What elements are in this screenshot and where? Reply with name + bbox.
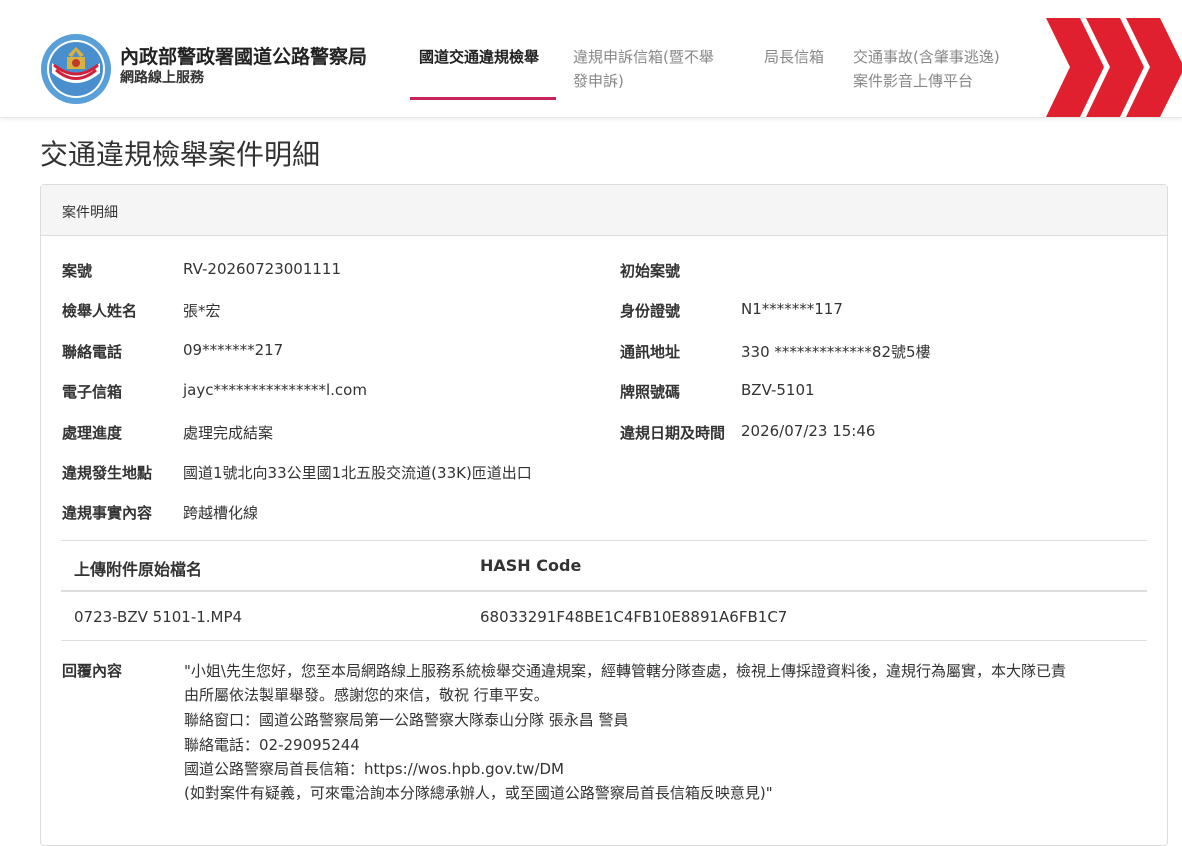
hash-code-header: HASH Code: [480, 556, 582, 575]
facts-value: 跨越槽化線: [183, 504, 259, 522]
progress-value: 處理完成結案: [183, 424, 274, 442]
page-title: 交通違規檢舉案件明細: [40, 138, 321, 171]
location-value: 國道1號北向33公里國1北五股交流道(33K)匝道出口: [183, 464, 532, 482]
location-label: 違規發生地點: [62, 464, 153, 482]
reply-line: 聯絡電話：02-29095244: [184, 736, 360, 754]
nav-accident-upload-line1: 交通事故(含肇事逃逸): [853, 48, 1000, 66]
case-detail-panel: 案件明細 案號 RV-20260723001111 初始案號 檢舉人姓名 張*宏…: [40, 184, 1168, 846]
panel-heading-label: 案件明細: [62, 205, 118, 221]
email-value: jayc***************l.com: [183, 381, 367, 399]
nav-accident-upload-platform[interactable]: 交通事故(含肇事逃逸) 案件影音上傳平台: [853, 45, 1000, 93]
table-header-divider: [61, 590, 1147, 592]
plate-number-label: 牌照號碼: [620, 383, 681, 401]
nav-director-mailbox[interactable]: 局長信箱: [764, 45, 824, 69]
nav-appeal-mailbox-line2: 發申訴): [573, 72, 624, 90]
reply-line: "小姐\先生您好，您至本局網路線上服務系統檢舉交通違規案，經轉管轄分隊查處，檢視…: [184, 662, 1066, 680]
case-number-label: 案號: [62, 262, 93, 280]
address-label: 通訊地址: [620, 343, 681, 361]
attachment-filename-cell: 0723-BZV 5101-1.MP4: [74, 608, 243, 626]
panel-heading: 案件明細: [41, 185, 1167, 236]
plate-number-value: BZV-5101: [741, 381, 815, 399]
original-case-number-label: 初始案號: [620, 262, 681, 280]
agency-name: 內政部警政署國道公路警察局: [120, 46, 368, 68]
address-value: 330 *************82號5樓: [741, 343, 931, 361]
facts-label: 違規事實內容: [62, 504, 153, 522]
table-top-divider: [61, 540, 1147, 541]
chevron-arrows-decoration-icon: [1046, 18, 1182, 117]
agency-subtitle: 網路線上服務: [120, 70, 204, 86]
reporter-name-label: 檢舉人姓名: [62, 302, 138, 320]
reply-line: (如對案件有疑義，可來電洽詢本分隊總承辦人，或至國道公路警察局首長信箱反映意見)…: [184, 784, 773, 802]
reporter-name-value: 張*宏: [183, 302, 221, 320]
attachment-filename-header: 上傳附件原始檔名: [74, 560, 203, 579]
agency-emblem-logo[interactable]: [40, 33, 112, 105]
nav-appeal-mailbox[interactable]: 違規申訴信箱(暨不舉 發申訴): [573, 45, 714, 93]
phone-value: 09*******217: [183, 341, 284, 359]
email-label: 電子信箱: [62, 383, 123, 401]
case-number-value: RV-20260723001111: [183, 260, 342, 278]
nav-traffic-violation-report[interactable]: 國道交通違規檢舉: [419, 45, 539, 69]
table-bottom-divider: [61, 640, 1147, 641]
reply-line: 國道公路警察局首長信箱：https://wos.hpb.gov.tw/DM: [184, 760, 564, 778]
nav-appeal-mailbox-line1: 違規申訴信箱(暨不舉: [573, 48, 714, 66]
reply-line: 聯絡窗口：國道公路警察局第一公路警察大隊泰山分隊 張永昌 警員: [184, 711, 629, 729]
site-header: 內政部警政署國道公路警察局 網路線上服務 國道交通違規檢舉 違規申訴信箱(暨不舉…: [0, 0, 1182, 118]
progress-label: 處理進度: [62, 424, 123, 442]
nav-accident-upload-line2: 案件影音上傳平台: [853, 72, 974, 90]
phone-label: 聯絡電話: [62, 343, 123, 361]
violation-datetime-value: 2026/07/23 15:46: [741, 422, 876, 440]
id-number-value: N1*******117: [741, 300, 843, 318]
id-number-label: 身份證號: [620, 302, 681, 320]
reply-label: 回覆內容: [62, 662, 123, 680]
active-nav-indicator: [410, 97, 556, 100]
reply-line: 由所屬依法製單舉發。感謝您的來信，敬祝 行車平安。: [184, 686, 549, 704]
violation-datetime-label: 違規日期及時間: [620, 424, 726, 442]
hash-code-cell: 68033291F48BE1C4FB10E8891A6FB1C7: [480, 608, 788, 626]
